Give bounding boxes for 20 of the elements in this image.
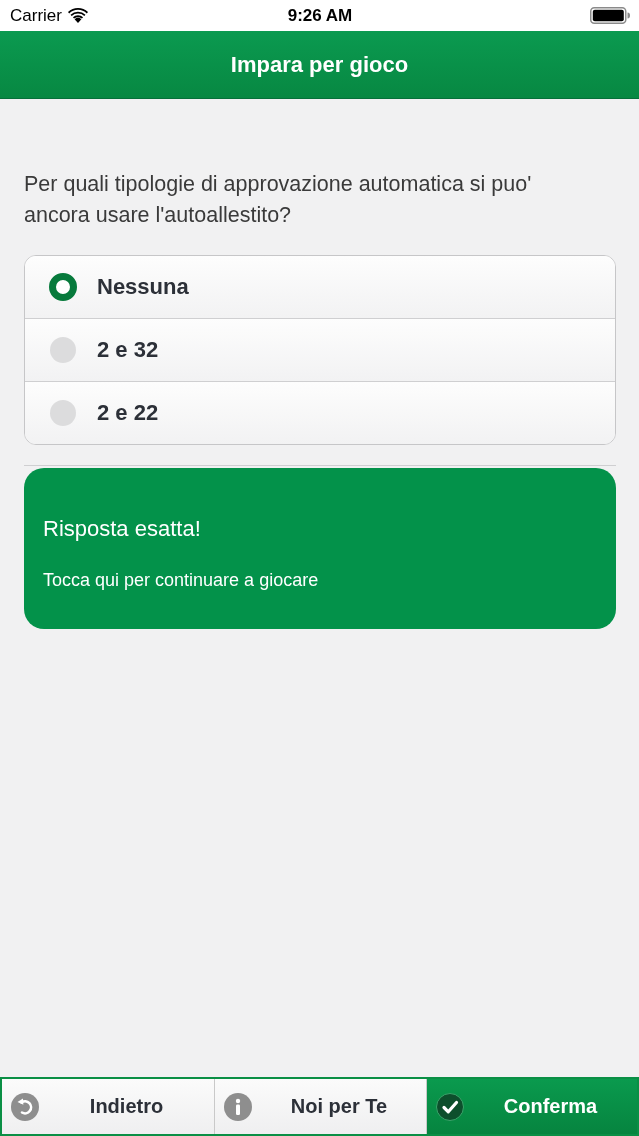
radio-selected-icon [49,273,77,301]
header-title: Impara per gioco [230,51,409,78]
status-time: 9:26 AM [287,5,353,26]
battery-icon [590,7,630,24]
check-icon [436,1092,464,1121]
result-card[interactable]: Risposta esatta! Tocca qui per continuare a giocare [24,468,616,629]
wifi-icon [67,8,88,23]
carrier-label: Carrier [10,5,62,26]
info-icon [224,1092,252,1121]
toolbar-button[interactable]: Noi per Te [215,1079,427,1134]
result-message: Tocca qui per continuare a giocare [43,570,319,591]
answer-option[interactable]: 2 e 32 [25,318,615,381]
question-text: Per quali tipologie di approvazione automatica si puo' ancora usare l'autoallestito? [24,171,533,229]
radio-icon [49,399,77,427]
answer-option[interactable]: Nessuna [25,256,615,318]
toolbar-button[interactable]: Indietro [2,1079,215,1134]
toolbar-button[interactable]: Conferma [427,1079,637,1134]
result-title: Risposta esatta! [43,516,201,542]
radio-icon [49,336,77,364]
answer-option[interactable]: 2 e 22 [25,381,615,444]
